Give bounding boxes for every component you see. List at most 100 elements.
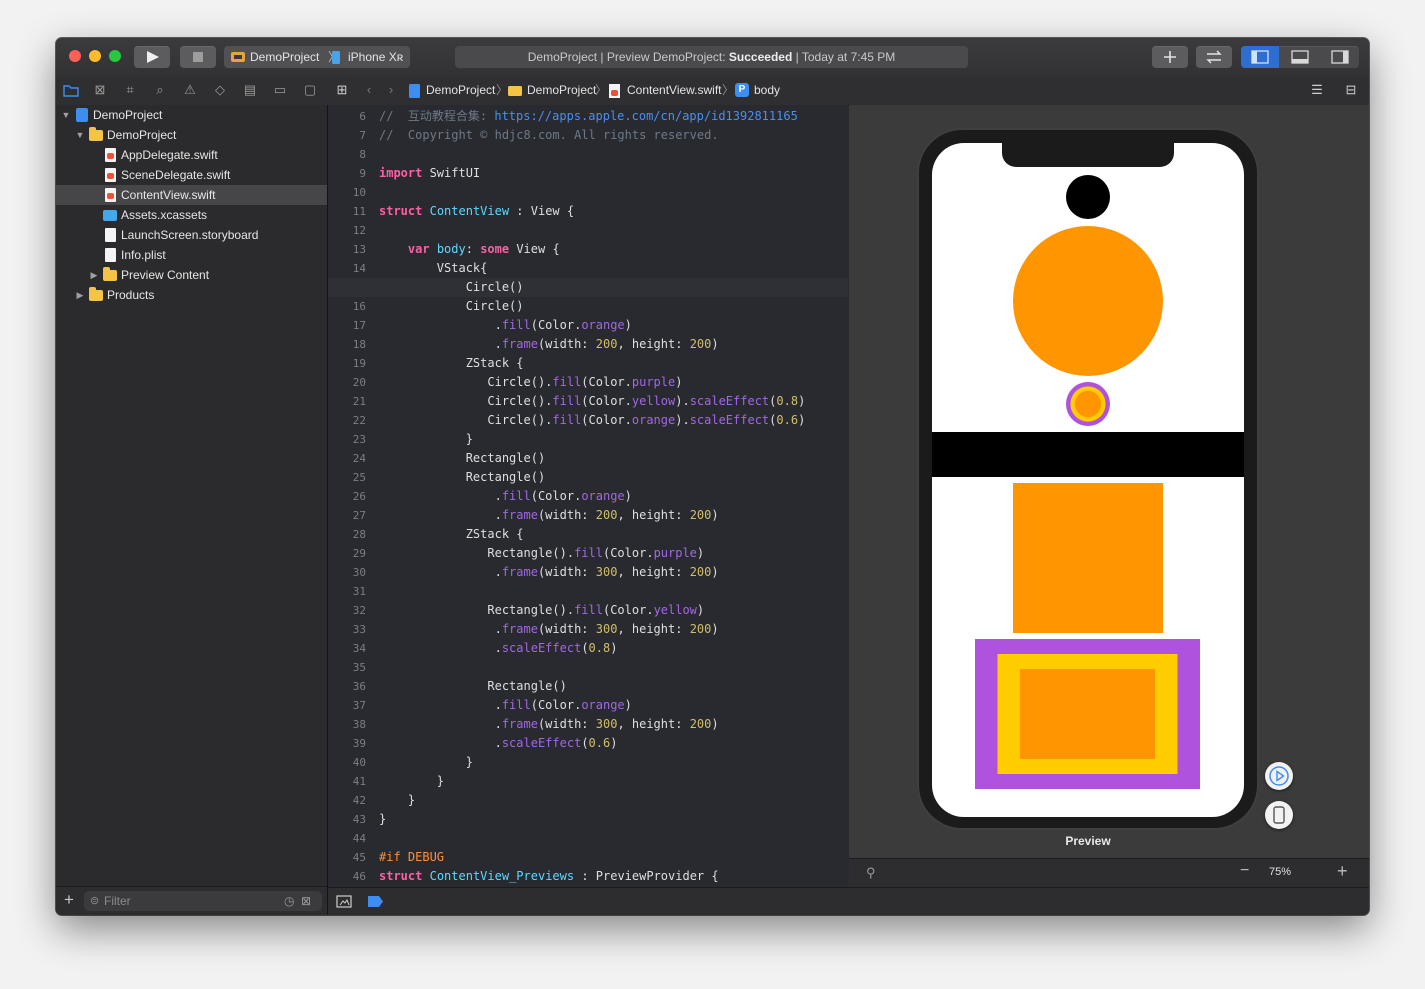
navigator-item[interactable]: ▶ Preview Content	[56, 265, 327, 285]
code-line[interactable]: .frame(width: 200, height: 200)	[379, 506, 848, 525]
toggle-console-icon[interactable]	[336, 895, 352, 908]
warning-icon[interactable]: ⚠	[181, 82, 199, 98]
minimize-window-button[interactable]	[89, 50, 101, 62]
code-line[interactable]: Rectangle()	[379, 468, 848, 487]
code-line[interactable]: struct ContentView : View {	[379, 202, 848, 221]
breadcrumb-item[interactable]: body	[754, 76, 780, 105]
split-editor-icon[interactable]: ⊟	[1342, 82, 1360, 98]
breadcrumb-item[interactable]: ContentView.swift	[627, 76, 722, 105]
code-line[interactable]: ZStack {	[379, 525, 848, 544]
breadcrumb-item[interactable]: DemoProject	[426, 76, 495, 105]
toggle-inspector-button[interactable]	[1321, 46, 1359, 68]
source-control-icon[interactable]: ⊠	[91, 82, 109, 98]
code-line[interactable]: .frame(width: 300, height: 200)	[379, 620, 848, 639]
code-line[interactable]: Rectangle().fill(Color.purple)	[379, 544, 848, 563]
test-navigator-icon[interactable]: ◇	[211, 82, 229, 98]
search-icon[interactable]: ⌕	[151, 82, 169, 98]
recent-files-icon[interactable]: ◷	[284, 891, 294, 911]
code-line[interactable]: Circle()	[379, 297, 848, 316]
code-line[interactable]	[379, 183, 848, 202]
line-number: 16	[352, 300, 366, 313]
code-line[interactable]: struct ContentView_Previews : PreviewPro…	[379, 867, 848, 886]
library-button[interactable]	[1152, 46, 1188, 68]
run-button[interactable]	[134, 46, 170, 68]
forward-arrow-icon[interactable]: ›	[382, 82, 400, 98]
code-line[interactable]	[379, 221, 848, 240]
code-line[interactable]	[379, 658, 848, 677]
grid-icon[interactable]: ⊞	[333, 82, 351, 98]
breakpoints-active-icon[interactable]	[368, 896, 384, 907]
navigator-item-selected[interactable]: ContentView.swift	[56, 185, 327, 205]
code-token: 200	[689, 508, 712, 522]
navigator-item[interactable]: ▼ DemoProject	[56, 105, 327, 125]
zoom-in-button[interactable]: +	[1337, 861, 1348, 882]
code-line[interactable]: ZStack {	[379, 354, 848, 373]
folder-icon[interactable]	[62, 82, 80, 98]
navigator-item[interactable]: LaunchScreen.storyboard	[56, 225, 327, 245]
code-line[interactable]: .frame(width: 300, height: 200)	[379, 563, 848, 582]
code-token: , height:	[617, 565, 690, 579]
code-line[interactable]: .fill(Color.orange)	[379, 316, 848, 335]
code-line[interactable]: import SwiftUI	[379, 164, 848, 183]
zoom-level[interactable]: 75%	[1269, 866, 1291, 878]
code-line[interactable]: }	[379, 772, 848, 791]
code-editor[interactable]: 6789101112131415161718192021222324252627…	[328, 105, 848, 887]
navigator-item[interactable]: Info.plist	[56, 245, 327, 265]
editor-options-icon[interactable]: ☰	[1308, 82, 1326, 98]
scheme-selector[interactable]: DemoProject 〉 iPhone Xʀ	[224, 46, 410, 68]
code-line[interactable]: Circle().fill(Color.orange).scaleEffect(…	[379, 411, 848, 430]
code-line[interactable]: Circle().fill(Color.yellow).scaleEffect(…	[379, 392, 848, 411]
code-line[interactable]: #if DEBUG	[379, 848, 848, 867]
code-line[interactable]	[379, 145, 848, 164]
stop-button[interactable]	[180, 46, 216, 68]
navigator-item[interactable]: ▶ Products	[56, 285, 327, 305]
navigator-item[interactable]: Assets.xcassets	[56, 205, 327, 225]
code-line[interactable]: .fill(Color.orange)	[379, 696, 848, 715]
disclosure-closed-icon[interactable]: ▶	[89, 265, 99, 285]
debug-navigator-icon[interactable]: ▤	[241, 82, 259, 98]
back-arrow-icon[interactable]: ‹	[360, 82, 378, 98]
live-preview-button[interactable]	[1265, 762, 1293, 790]
close-window-button[interactable]	[69, 50, 81, 62]
navigator-item[interactable]: AppDelegate.swift	[56, 145, 327, 165]
code-line[interactable]: .frame(width: 300, height: 200)	[379, 715, 848, 734]
code-line[interactable]: }	[379, 810, 848, 829]
code-line[interactable]: var body: some View {	[379, 240, 848, 259]
report-icon[interactable]: ▢	[301, 82, 319, 98]
disclosure-open-icon[interactable]: ▼	[61, 105, 71, 125]
code-line[interactable]: VStack{	[379, 259, 848, 278]
code-line[interactable]: .scaleEffect(0.8)	[379, 639, 848, 658]
code-line[interactable]: .fill(Color.orange)	[379, 487, 848, 506]
zoom-window-button[interactable]	[109, 50, 121, 62]
disclosure-closed-icon[interactable]: ▶	[75, 285, 85, 305]
code-line[interactable]: .scaleEffect(0.6)	[379, 734, 848, 753]
code-line[interactable]: .frame(width: 200, height: 200)	[379, 335, 848, 354]
code-line[interactable]: Rectangle().fill(Color.yellow)	[379, 601, 848, 620]
code-line[interactable]: Rectangle()	[379, 677, 848, 696]
code-line[interactable]: // 互动教程合集: https://apps.apple.com/cn/app…	[379, 107, 848, 126]
code-line[interactable]: }	[379, 753, 848, 772]
code-line[interactable]: Circle().fill(Color.purple)	[379, 373, 848, 392]
navigator-item[interactable]: SceneDelegate.swift	[56, 165, 327, 185]
preview-on-device-button[interactable]	[1265, 801, 1293, 829]
navigator-item[interactable]: ▼ DemoProject	[56, 125, 327, 145]
symbol-navigator-icon[interactable]: ⌗	[121, 82, 139, 98]
disclosure-open-icon[interactable]: ▼	[75, 125, 85, 145]
add-file-button[interactable]: +	[64, 890, 74, 910]
code-line[interactable]	[379, 829, 848, 848]
filter-field[interactable]: ⊜ Filter ◷ ⊠	[84, 891, 322, 911]
pin-icon[interactable]: ⚲	[866, 865, 876, 881]
code-line[interactable]	[379, 582, 848, 601]
source-control-filter-icon[interactable]: ⊠	[301, 891, 311, 911]
breadcrumb-item[interactable]: DemoProject	[527, 76, 596, 105]
breakpoint-icon[interactable]: ▭	[271, 82, 289, 98]
code-line[interactable]: Rectangle()	[379, 449, 848, 468]
toggle-debug-area-button[interactable]	[1281, 46, 1319, 68]
zoom-out-button[interactable]: −	[1240, 862, 1249, 880]
code-line[interactable]: // Copyright © hdjc8.com. All rights res…	[379, 126, 848, 145]
code-line[interactable]: }	[379, 791, 848, 810]
code-line[interactable]: }	[379, 430, 848, 449]
toggle-navigator-button[interactable]	[1241, 46, 1279, 68]
code-line[interactable]: Circle()	[379, 278, 848, 297]
code-review-button[interactable]	[1196, 46, 1232, 68]
